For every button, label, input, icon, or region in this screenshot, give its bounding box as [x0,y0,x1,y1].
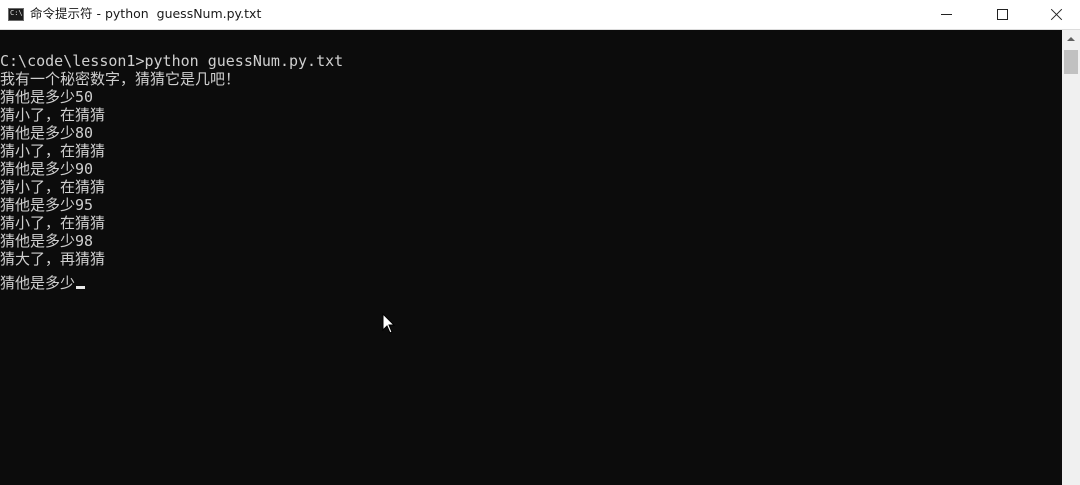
console-line: 猜小了，在猜猜 [0,106,106,124]
console-output[interactable]: C:\code\lesson1>python guessNum.py.txt 我… [0,30,1062,485]
mouse-pointer-icon [382,313,396,334]
console-line: 猜大了，再猜猜 [0,250,106,268]
close-button[interactable] [1030,0,1080,29]
window-title: 命令提示符 - python guessNum.py.txt [30,6,262,21]
vertical-scrollbar[interactable] [1062,30,1080,485]
command-line: C:\code\lesson1>python guessNum.py.txt [0,52,344,70]
scroll-up-button[interactable] [1062,30,1080,47]
console-line: 猜小了，在猜猜 [0,178,106,196]
console-line: 猜他是多少95 [0,196,94,214]
maximize-icon [996,9,1008,20]
title-bar[interactable]: 命令提示符 - python guessNum.py.txt [0,0,1080,30]
minimize-icon [940,14,952,15]
scroll-thumb[interactable] [1064,50,1078,74]
console-line: 猜他是多少98 [0,232,94,250]
minimize-button[interactable] [920,0,972,29]
console-line: 猜他是多少90 [0,160,94,178]
text-cursor [76,286,86,289]
maximize-button[interactable] [976,0,1028,29]
console-line: 猜小了，在猜猜 [0,142,106,160]
console-line: 猜他是多少50 [0,88,94,106]
input-prompt-line[interactable]: 猜他是多少 [0,274,86,292]
chevron-up-icon [1067,36,1075,41]
close-icon [1050,8,1063,21]
cmd-icon[interactable] [8,8,24,21]
console-line: 猜他是多少80 [0,124,94,142]
console-line: 猜小了，在猜猜 [0,214,106,232]
input-prompt: 猜他是多少 [0,274,76,292]
console-line: 我有一个秘密数字，猜猜它是几吧！ [0,70,241,88]
